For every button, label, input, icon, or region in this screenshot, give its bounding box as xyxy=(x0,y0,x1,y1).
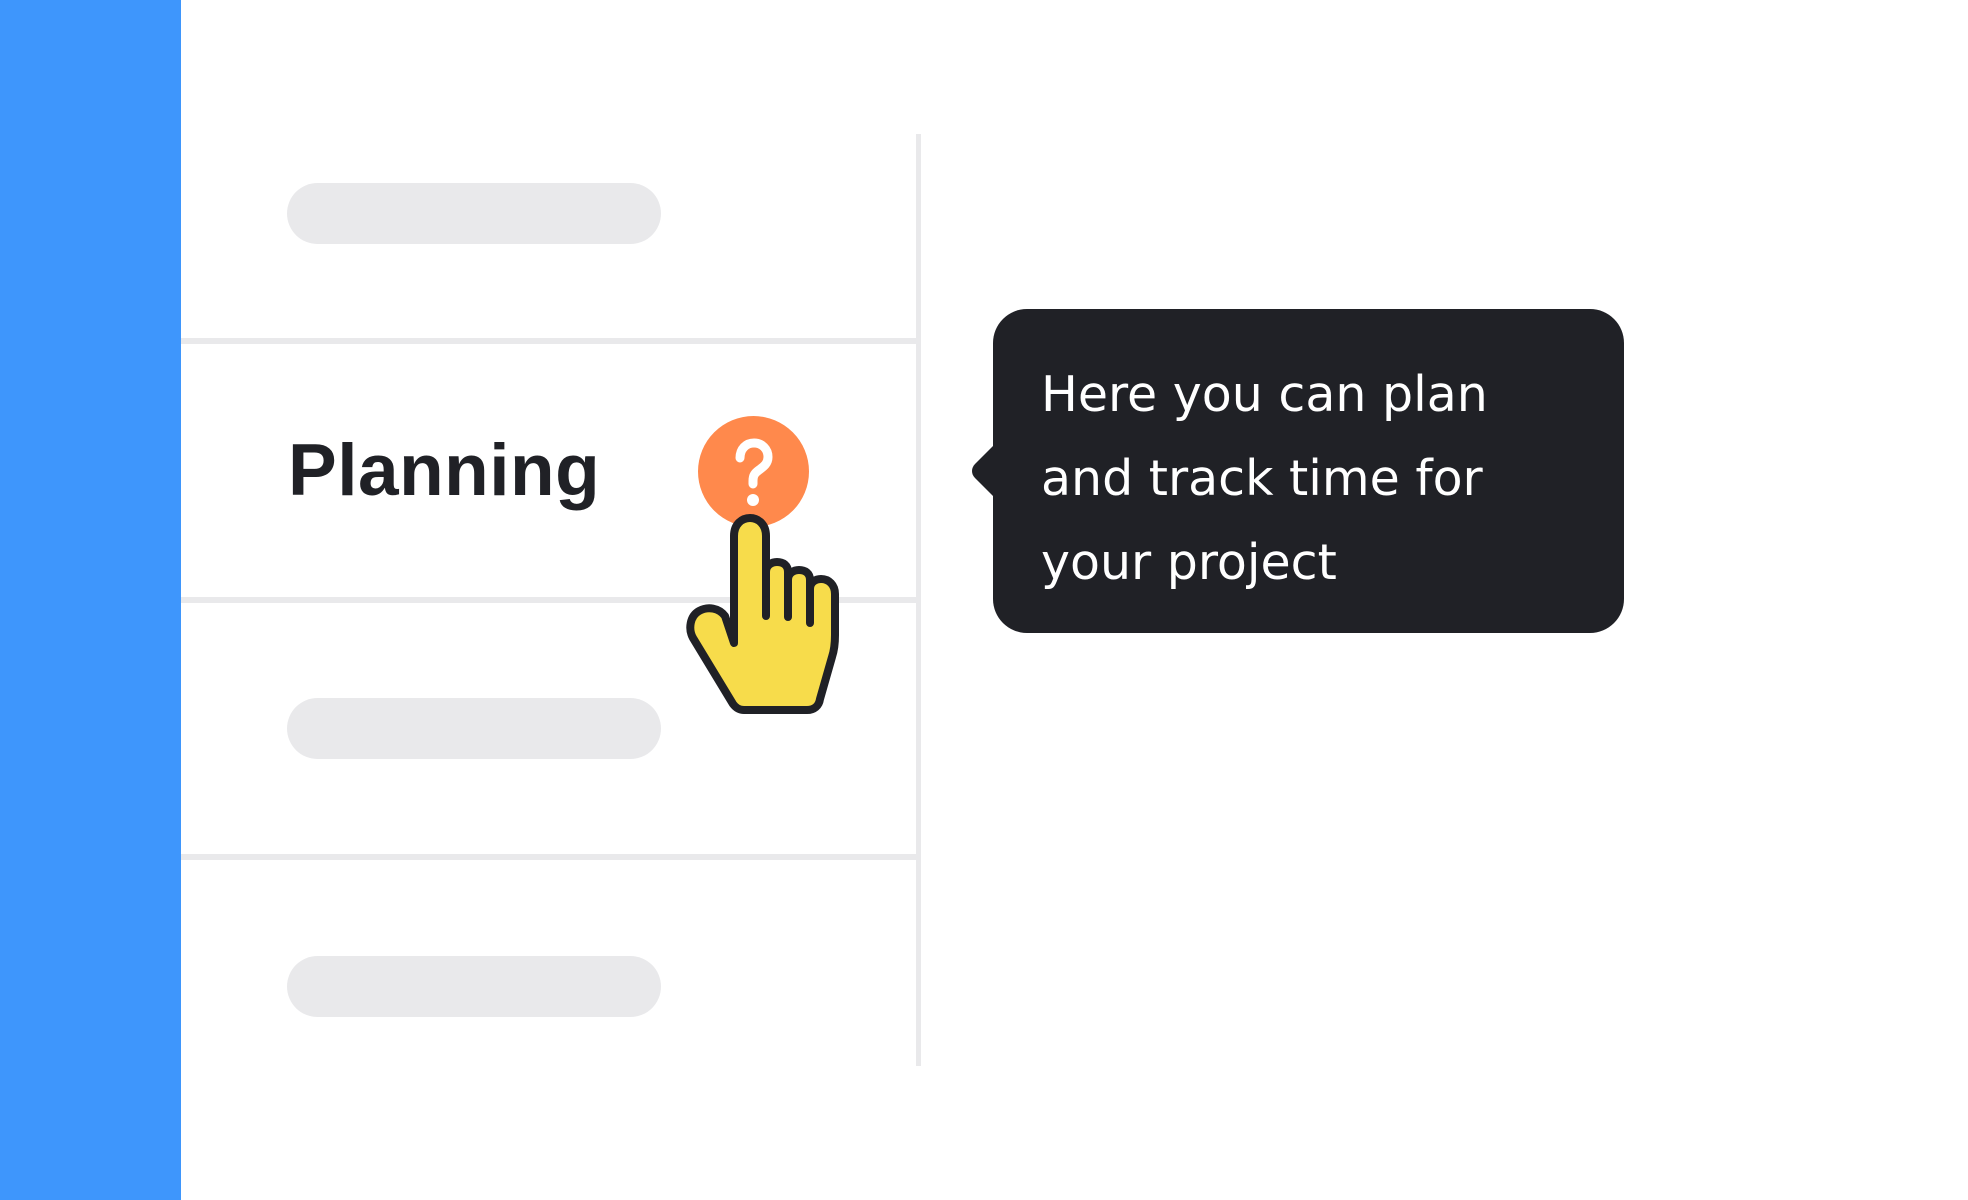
row-divider xyxy=(181,854,917,860)
menu-item-label: Planning xyxy=(288,430,601,511)
menu-item-placeholder[interactable] xyxy=(287,956,661,1017)
row-divider xyxy=(181,338,917,344)
menu-item-placeholder[interactable] xyxy=(287,183,661,244)
help-button[interactable] xyxy=(698,416,809,527)
menu-item-placeholder[interactable] xyxy=(287,698,661,759)
sidebar xyxy=(0,0,181,1200)
help-tooltip: Here you can plan and track time for you… xyxy=(993,309,1624,633)
pointing-hand-icon xyxy=(686,514,839,714)
question-mark-icon xyxy=(735,438,773,506)
tooltip-text: Here you can plan and track time for you… xyxy=(1041,366,1488,591)
